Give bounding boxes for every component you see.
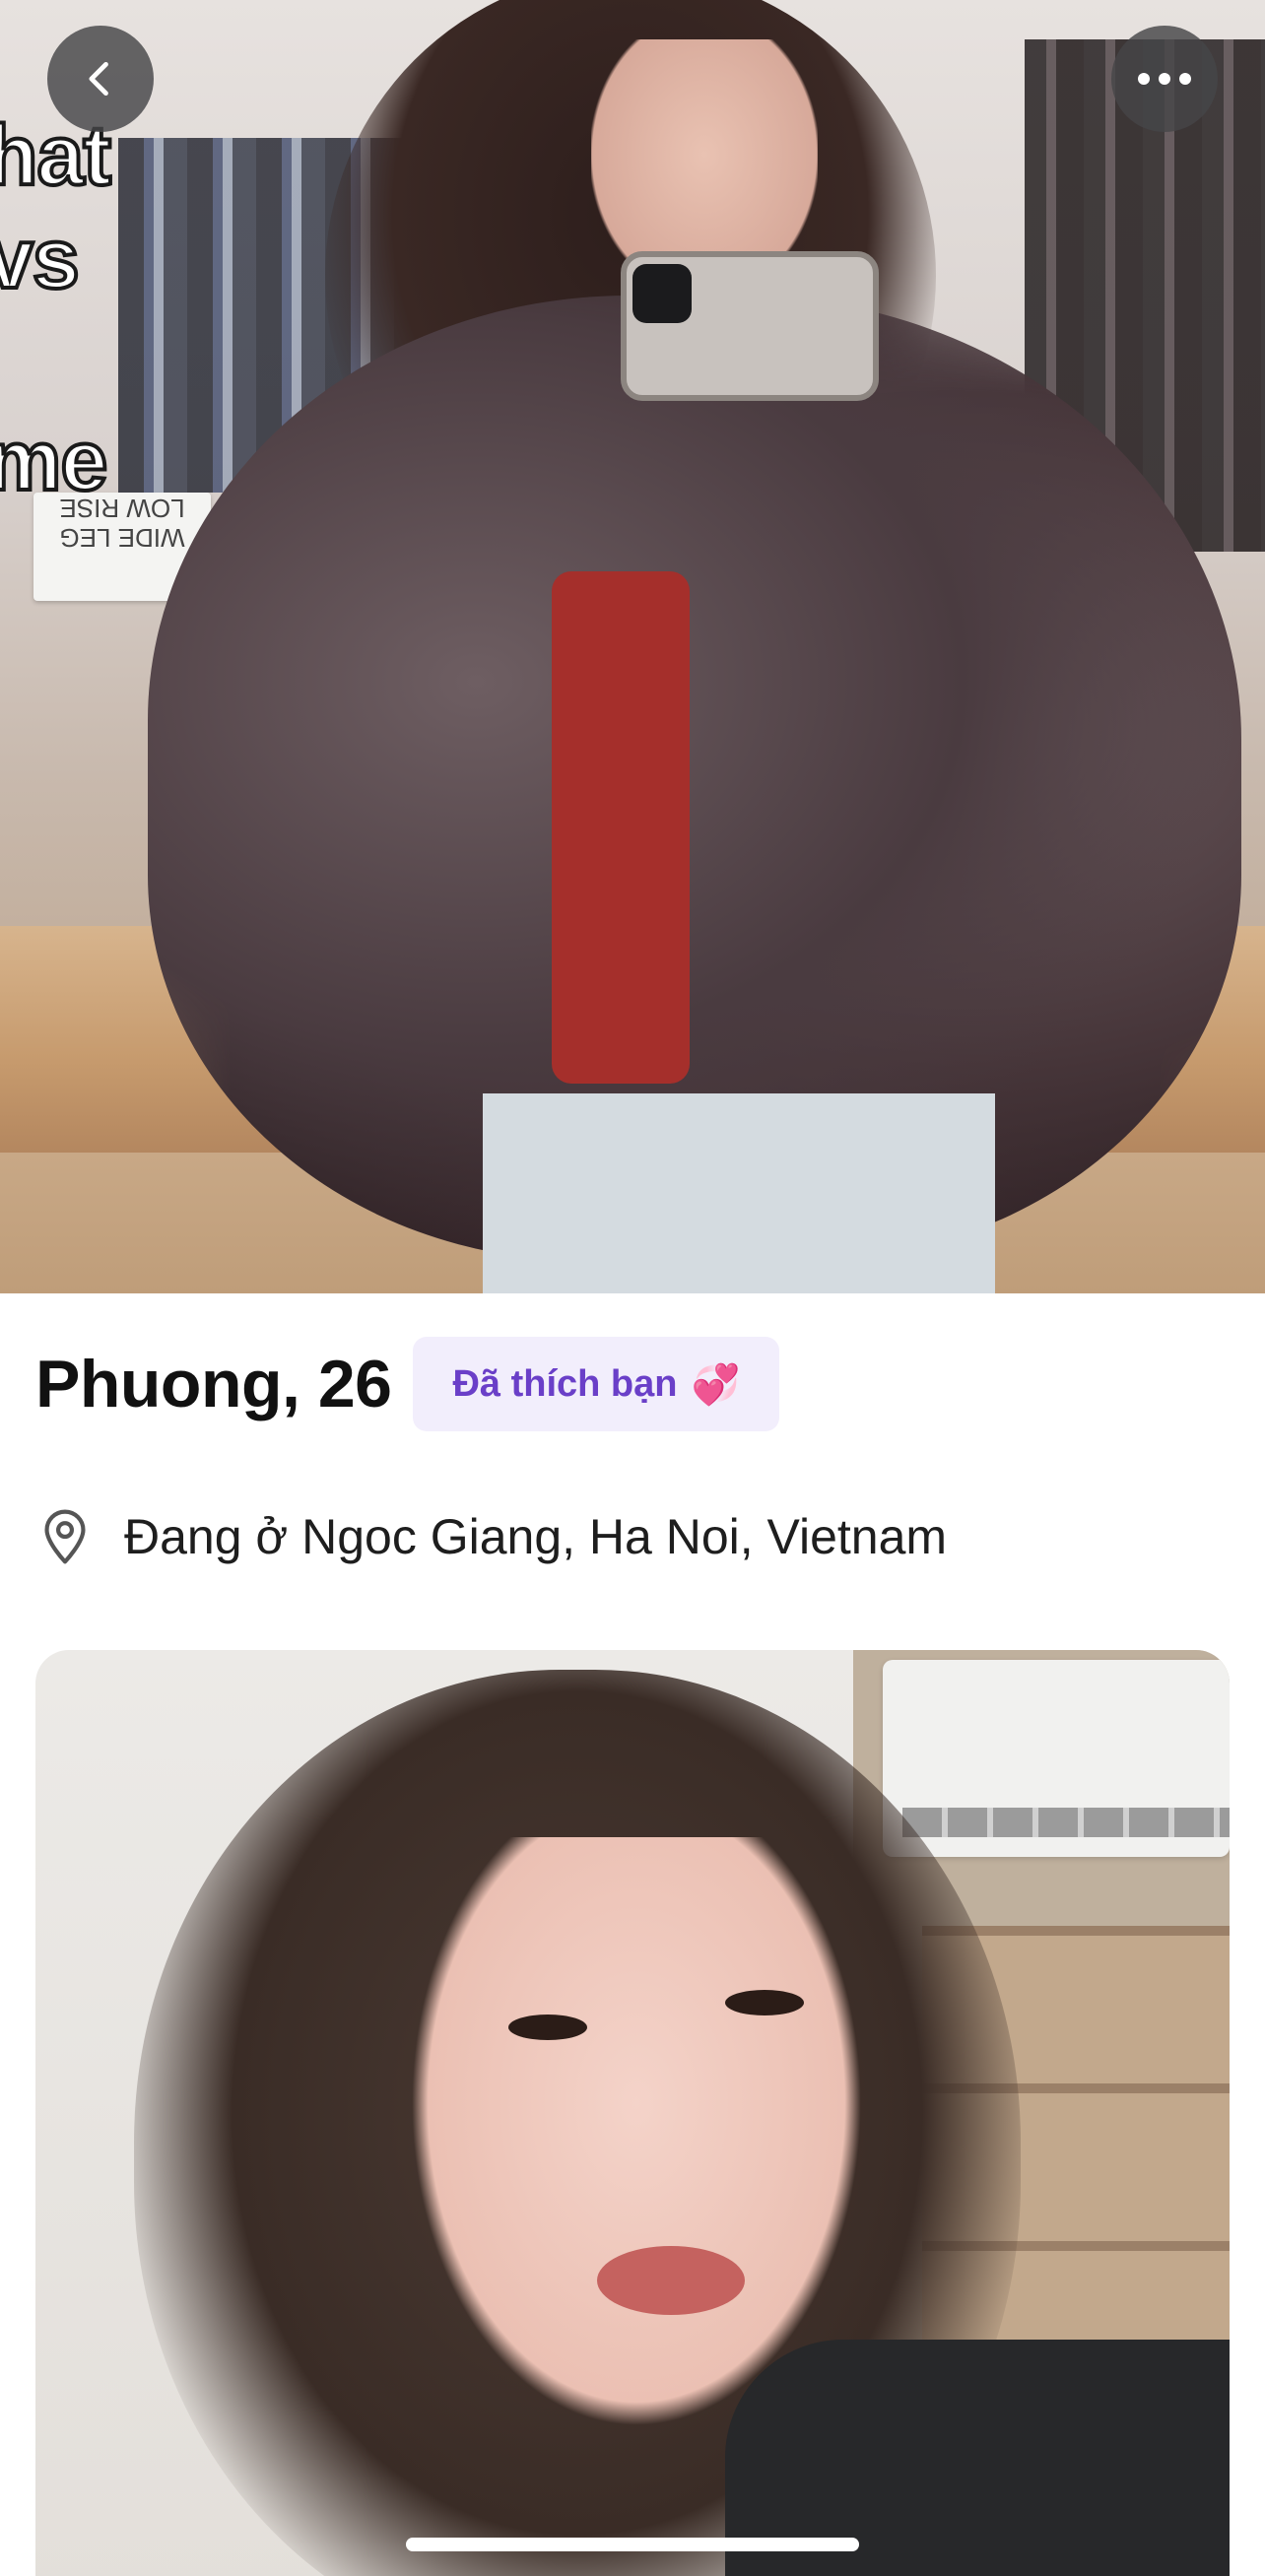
liked-badge-label: Đã thích bạn: [452, 1362, 678, 1405]
more-horizontal-icon: [1138, 73, 1191, 85]
red-top: [552, 571, 690, 1084]
jeans: [483, 1093, 995, 1293]
more-options-button[interactable]: [1111, 26, 1218, 132]
map-pin-icon: [44, 1509, 86, 1564]
overlay-caption-line-3: me: [0, 414, 109, 508]
chevron-left-icon: [89, 61, 108, 97]
profile-screen: WIDE LEG LOW RISE hat vs me Phuong, 26 Đ…: [0, 0, 1265, 2576]
liked-you-badge: Đã thích bạn 💞: [413, 1337, 780, 1431]
sign-line-1: WIDE LEG: [59, 522, 185, 553]
home-indicator[interactable]: [406, 2538, 859, 2551]
heart-icon: 💞: [691, 1362, 741, 1407]
profile-name-age: Phuong, 26: [35, 1347, 392, 1421]
location-row: Đang ở Ngoc Giang, Ha Noi, Vietnam: [37, 1497, 947, 1576]
phone-camera: [632, 264, 692, 323]
back-button[interactable]: [47, 26, 154, 132]
profile-header: Phuong, 26 Đã thích bạn 💞: [35, 1335, 780, 1433]
right-eye: [725, 1990, 804, 2015]
profile-photo-main[interactable]: WIDE LEG LOW RISE hat vs me: [0, 0, 1265, 1293]
lips: [597, 2246, 745, 2315]
overlay-caption-line-2: vs: [0, 212, 82, 306]
person-face: [410, 1837, 863, 2428]
left-eye: [508, 2015, 587, 2040]
air-conditioner-vent: [902, 1808, 1230, 1837]
location-text: Đang ở Ngoc Giang, Ha Noi, Vietnam: [124, 1509, 948, 1564]
profile-photo-secondary[interactable]: [35, 1650, 1230, 2576]
